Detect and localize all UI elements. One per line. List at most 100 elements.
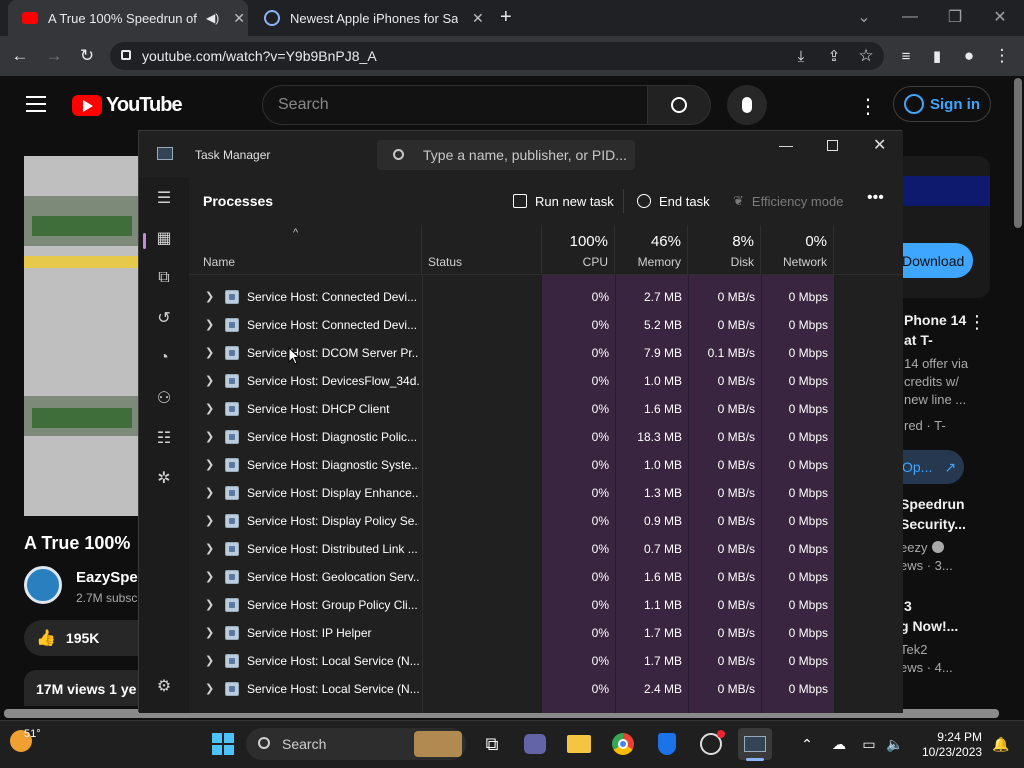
back-icon[interactable]: ← [9, 45, 31, 67]
obs-icon[interactable] [694, 728, 728, 760]
taskbar-clock[interactable]: 9:24 PM 10/23/2023 [922, 730, 982, 760]
expand-chevron-icon[interactable]: ❯ [205, 535, 214, 563]
expand-chevron-icon[interactable]: ❯ [205, 591, 214, 619]
taskbar-search[interactable]: Search [246, 728, 466, 760]
address-bar[interactable]: youtube.com/watch?v=Y9b9BnPJ8_A [110, 42, 884, 70]
expand-chevron-icon[interactable]: ❯ [205, 507, 214, 535]
reload-icon[interactable]: ↻ [76, 45, 98, 67]
table-row[interactable]: ❯ Service Host: Connected Devi... 0% 2.7 MB… [189, 283, 903, 311]
column-header-network[interactable]: 0% Network [761, 225, 834, 275]
expand-chevron-icon[interactable]: ❯ [205, 395, 214, 423]
tab-search-chevron-icon[interactable]: ⌄ [844, 4, 884, 30]
expand-chevron-icon[interactable]: ❯ [205, 283, 214, 311]
forward-icon[interactable]: → [43, 45, 65, 67]
download-button[interactable]: Download [900, 243, 973, 278]
column-header-cpu[interactable]: 100% CPU [542, 225, 615, 275]
volume-icon[interactable]: 🔈 [878, 728, 912, 760]
table-row[interactable]: ❯ Service Host: Diagnostic Polic... 0% 18.3… [189, 423, 903, 451]
side-video-title-line2[interactable]: Security... [900, 516, 966, 532]
services-icon[interactable]: ✲ [151, 465, 177, 491]
details-icon[interactable]: ☷ [151, 425, 177, 451]
youtube-search-button[interactable] [647, 85, 711, 125]
minimize-icon[interactable]: — [779, 137, 793, 153]
processes-icon[interactable]: ▦ [151, 225, 177, 251]
task-manager-titlebar[interactable]: Task Manager Type a name, publisher, or … [139, 131, 903, 177]
column-header-status[interactable]: Status [422, 225, 542, 275]
efficiency-mode-button[interactable]: ❦ Efficiency mode [733, 187, 843, 215]
settings-kebab-icon[interactable]: ⋮ [858, 94, 878, 119]
users-icon[interactable]: ⚇ [151, 385, 177, 411]
share-icon[interactable]: ⇪ [823, 45, 845, 67]
column-header-memory[interactable]: 46% Memory [615, 225, 688, 275]
task-manager-taskbar-icon[interactable] [738, 728, 772, 760]
startup-apps-icon[interactable]: ◔ [151, 345, 177, 371]
settings-gear-icon[interactable]: ⚙ [151, 673, 177, 699]
close-tab-icon[interactable]: ✕ [472, 10, 484, 27]
channel-avatar[interactable] [24, 566, 62, 604]
table-row[interactable]: ❯ Service Host: Connected Devi... 0% 5.2 MB… [189, 311, 903, 339]
table-row[interactable]: ❯ Service Host: DHCP Client 0% 1.6 MB 0 MB/s… [189, 395, 903, 423]
expand-chevron-icon[interactable]: ❯ [205, 339, 214, 367]
table-row[interactable]: ❯ Service Host: Diagnostic Syste... 0% 1.0 … [189, 451, 903, 479]
table-row[interactable]: ❯ Service Host: Group Policy Cli... 0% 1.1 … [189, 591, 903, 619]
install-app-icon[interactable]: ⤓ [790, 45, 812, 67]
ad-kebab-icon[interactable]: ⋮ [968, 312, 986, 333]
youtube-search-input[interactable]: Search [262, 85, 648, 125]
like-button[interactable]: 👍 195K [24, 620, 140, 656]
expand-chevron-icon[interactable]: ❯ [205, 479, 214, 507]
task-manager-window[interactable]: Task Manager Type a name, publisher, or … [138, 130, 903, 713]
expand-chevron-icon[interactable]: ❯ [205, 367, 214, 395]
table-row[interactable]: ❯ Service Host: DevicesFlow_34d... 0% 1.0 M… [189, 367, 903, 395]
minimize-icon[interactable]: — [890, 4, 930, 30]
teams-chat-icon[interactable] [518, 728, 552, 760]
expand-chevron-icon[interactable]: ❯ [205, 451, 214, 479]
table-row[interactable]: ❯ Service Host: Geolocation Serv... 0% 1.6 … [189, 563, 903, 591]
tab-apple-iphones[interactable]: Newest Apple iPhones for Sale ✕ [250, 0, 490, 36]
side-video-title-line1[interactable]: 3 [904, 598, 912, 614]
defender-shield-icon[interactable] [650, 728, 684, 760]
expand-chevron-icon[interactable]: ❯ [205, 423, 214, 451]
side-video-title-line2[interactable]: g Now!... [900, 618, 958, 634]
hamburger-menu-icon[interactable] [26, 96, 46, 112]
expand-chevron-icon[interactable]: ❯ [205, 619, 214, 647]
ad-open-button[interactable]: Op... ↗ [900, 450, 964, 484]
file-explorer-icon[interactable] [562, 728, 596, 760]
page-scrollbar-thumb[interactable] [1014, 78, 1022, 228]
side-video-title-line1[interactable]: Speedrun [900, 496, 965, 512]
performance-icon[interactable]: ⧉ [151, 265, 177, 291]
expand-chevron-icon[interactable]: ❯ [205, 311, 214, 339]
column-header-disk[interactable]: 8% Disk [688, 225, 761, 275]
new-tab-icon[interactable]: + [500, 6, 520, 28]
expand-chevron-icon[interactable]: ❯ [205, 675, 214, 703]
table-row[interactable]: ❯ Service Host: Display Enhance... 0% 1.3 M… [189, 479, 903, 507]
youtube-logo[interactable]: YouTube [72, 94, 183, 117]
close-tab-icon[interactable]: ✕ [233, 10, 245, 27]
column-header-name[interactable]: ^ Name [189, 225, 422, 275]
voice-search-button[interactable] [727, 85, 767, 125]
bookmark-star-icon[interactable]: ☆ [855, 45, 877, 67]
show-hidden-icons-chevron-icon[interactable]: ⌃ [790, 728, 824, 760]
close-window-icon[interactable]: ✕ [980, 4, 1020, 30]
task-view-icon[interactable]: ⧉ [475, 728, 509, 760]
start-windows-icon[interactable] [206, 728, 240, 760]
table-row[interactable]: ❯ Service Host: Distributed Link ... 0% 0.7… [189, 535, 903, 563]
maximize-icon[interactable] [827, 140, 838, 151]
profile-icon[interactable]: ● [958, 45, 980, 67]
onedrive-cloud-icon[interactable]: ☁ [822, 728, 856, 760]
hamburger-menu-icon[interactable]: ☰ [151, 185, 177, 211]
expand-chevron-icon[interactable]: ❯ [205, 647, 214, 675]
table-row[interactable]: ❯ Service Host: Local Service (N... 0% 2.4 … [189, 675, 903, 703]
speaker-icon[interactable]: ◀) [206, 11, 219, 25]
end-task-button[interactable]: End task [637, 187, 710, 215]
restore-icon[interactable]: ❐ [935, 4, 975, 30]
table-row[interactable]: ❯ Service Host: Local Service (N... 0% 1.7 … [189, 647, 903, 675]
menu-kebab-icon[interactable]: ⋮ [991, 45, 1013, 67]
channel-name[interactable]: EazySpe [76, 569, 138, 586]
more-options-icon[interactable]: ••• [867, 189, 884, 207]
sign-in-button[interactable]: Sign in [893, 86, 991, 122]
expand-chevron-icon[interactable]: ❯ [205, 563, 214, 591]
task-manager-search-input[interactable]: Type a name, publisher, or PID... [377, 140, 635, 170]
notification-bell-icon[interactable]: 🔔 [984, 728, 1018, 760]
table-row[interactable]: ❯ Service Host: Display Policy Se... 0% 0.9… [189, 507, 903, 535]
close-icon[interactable]: ✕ [873, 135, 886, 155]
